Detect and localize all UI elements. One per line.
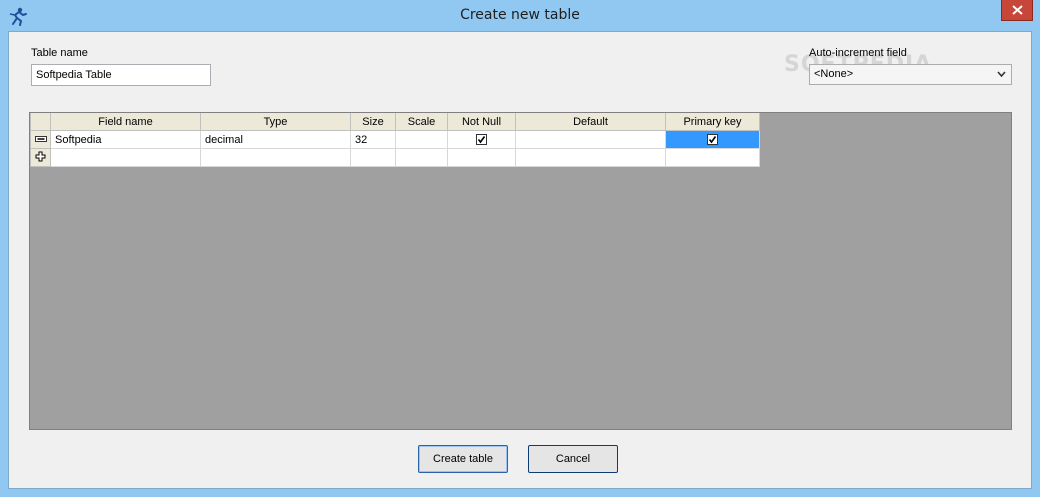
new-cell-size[interactable] [350, 148, 396, 167]
chevron-down-icon [997, 71, 1006, 77]
fields-table: Field name Type Size Scale Not Null Defa… [30, 113, 760, 167]
checkmark-icon [477, 136, 486, 144]
column-header-field-name[interactable]: Field name [50, 113, 201, 131]
add-row-button[interactable] [30, 148, 51, 167]
title-bar[interactable]: Create new table [0, 0, 1040, 31]
close-icon [1012, 5, 1023, 15]
column-header-scale[interactable]: Scale [395, 113, 448, 131]
column-header-type[interactable]: Type [200, 113, 351, 131]
column-header-default[interactable]: Default [515, 113, 666, 131]
fields-grid[interactable]: Field name Type Size Scale Not Null Defa… [29, 112, 1012, 430]
auto-increment-select[interactable]: <None> [809, 64, 1012, 85]
auto-increment-label: Auto-increment field [809, 47, 907, 59]
grid-header-row: Field name Type Size Scale Not Null Defa… [30, 113, 760, 131]
remove-row-button[interactable] [30, 130, 51, 149]
close-button[interactable] [1001, 0, 1033, 21]
dialog-body: Table name SOFTPEDIA Auto-increment fiel… [8, 31, 1032, 489]
header-corner [30, 113, 51, 131]
new-cell-scale[interactable] [395, 148, 448, 167]
checkmark-icon [708, 136, 717, 144]
new-cell-type[interactable] [200, 148, 351, 167]
cell-default[interactable] [515, 130, 666, 149]
cell-size[interactable]: 32 [350, 130, 396, 149]
auto-increment-value: <None> [814, 68, 854, 80]
window-title: Create new table [460, 7, 580, 23]
cell-primary-key[interactable] [665, 130, 760, 149]
column-header-size[interactable]: Size [350, 113, 396, 131]
table-row: Softpedia decimal 32 [30, 130, 760, 149]
cell-type[interactable]: decimal [200, 130, 351, 149]
dialog-window: Create new table Table name SOFTPEDIA Au… [0, 0, 1040, 497]
new-cell-primary-key[interactable] [665, 148, 760, 167]
cancel-button[interactable]: Cancel [528, 445, 618, 473]
primary-key-checkbox[interactable] [707, 134, 718, 146]
new-cell-not-null[interactable] [447, 148, 516, 167]
new-cell-default[interactable] [515, 148, 666, 167]
cell-field-name[interactable]: Softpedia [50, 130, 201, 149]
table-name-input[interactable] [31, 64, 211, 86]
cell-scale[interactable] [395, 130, 448, 149]
column-header-primary-key[interactable]: Primary key [665, 113, 760, 131]
plus-icon [35, 151, 46, 161]
column-header-not-null[interactable]: Not Null [447, 113, 516, 131]
create-table-button[interactable]: Create table [418, 445, 508, 473]
minus-icon [34, 135, 47, 142]
cell-not-null[interactable] [447, 130, 516, 149]
table-name-label: Table name [31, 47, 88, 59]
new-row [30, 148, 760, 167]
new-cell-field-name[interactable] [50, 148, 201, 167]
not-null-checkbox[interactable] [476, 134, 487, 146]
